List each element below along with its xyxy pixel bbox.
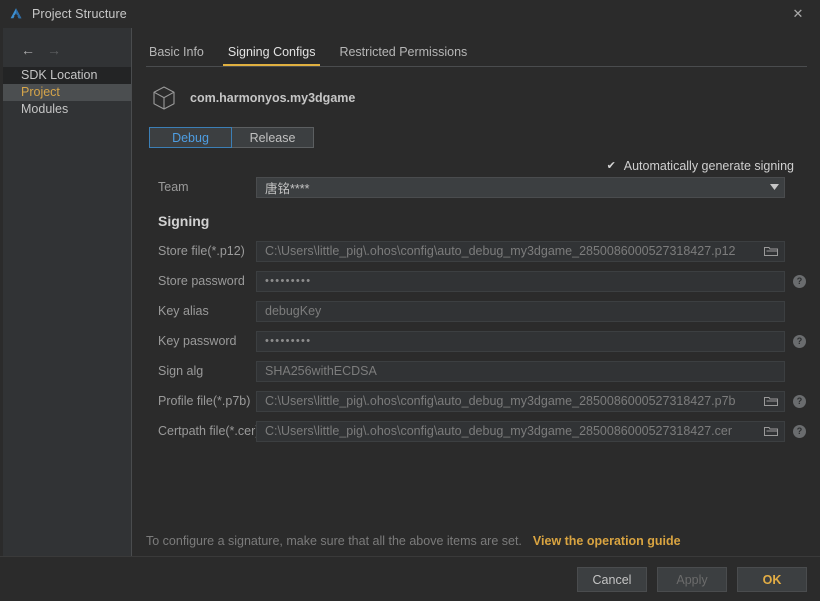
team-label: Team: [158, 180, 189, 194]
auto-generate-signing-row[interactable]: ✔ Automatically generate signing: [146, 159, 806, 173]
sidebar-item-project[interactable]: Project: [3, 84, 131, 101]
signing-configs-pane: com.harmonyos.my3dgame Debug Release ✔ A…: [132, 67, 820, 556]
key-password-row: Key password ••••••••• ?: [146, 326, 806, 356]
store-password-row: Store password ••••••••• ?: [146, 266, 806, 296]
profile-file-input[interactable]: C:\Users\little_pig\.ohos\config\auto_de…: [256, 390, 785, 412]
close-icon[interactable]: ✕: [776, 0, 820, 28]
certpath-file-row: Certpath file(*.cer) C:\Users\little_pig…: [146, 416, 806, 446]
deveco-logo-icon: [8, 6, 24, 22]
sidebar: ← → SDK Location Project Modules: [3, 28, 132, 556]
sidebar-nav-arrows: ← →: [3, 36, 131, 67]
key-alias-label: Key alias: [158, 304, 209, 318]
team-row: Team 唐铭****: [146, 173, 806, 201]
help-icon[interactable]: ?: [793, 334, 806, 348]
folder-icon[interactable]: [758, 396, 784, 407]
chevron-down-icon[interactable]: [764, 184, 784, 190]
sidebar-item-modules[interactable]: Modules: [3, 101, 131, 118]
back-arrow-icon[interactable]: ←: [21, 43, 35, 57]
folder-icon[interactable]: [758, 246, 784, 257]
sign-alg-input[interactable]: SHA256withECDSA: [256, 360, 785, 382]
sidebar-item-sdk-location[interactable]: SDK Location: [3, 67, 131, 84]
store-file-row: Store file(*.p12) C:\Users\little_pig\.o…: [146, 236, 806, 266]
signature-hint: To configure a signature, make sure that…: [146, 534, 681, 548]
help-icon[interactable]: ?: [793, 274, 806, 288]
package-name: com.harmonyos.my3dgame: [190, 91, 356, 105]
content-pane: Basic Info Signing Configs Restricted Pe…: [132, 28, 820, 556]
signing-section-title: Signing: [158, 213, 210, 229]
signature-hint-text: To configure a signature, make sure that…: [146, 534, 522, 548]
signing-form: Store file(*.p12) C:\Users\little_pig\.o…: [146, 236, 806, 446]
key-password-input[interactable]: •••••••••: [256, 330, 785, 352]
variant-release-button[interactable]: Release: [231, 127, 314, 148]
store-password-label: Store password: [158, 274, 245, 288]
key-alias-input[interactable]: debugKey: [256, 300, 785, 322]
variant-debug-button[interactable]: Debug: [149, 127, 232, 148]
profile-file-row: Profile file(*.p7b) C:\Users\little_pig\…: [146, 386, 806, 416]
project-structure-dialog: Project Structure ✕ ← → SDK Location Pro…: [0, 0, 820, 601]
store-file-label: Store file(*.p12): [158, 244, 245, 258]
package-header: com.harmonyos.my3dgame: [146, 83, 806, 113]
key-alias-value: debugKey: [265, 304, 322, 318]
ok-button[interactable]: OK: [737, 566, 807, 592]
team-value: 唐铭****: [265, 181, 310, 196]
auto-generate-label: Automatically generate signing: [623, 159, 794, 173]
certpath-file-value: C:\Users\little_pig\.ohos\config\auto_de…: [265, 424, 733, 438]
certpath-file-help-slot: ?: [785, 424, 806, 438]
key-password-help-slot: ?: [785, 334, 806, 348]
window-title: Project Structure: [32, 7, 127, 21]
help-icon[interactable]: ?: [793, 394, 806, 408]
store-password-input[interactable]: •••••••••: [256, 270, 785, 292]
build-variant-switch: Debug Release: [146, 127, 806, 148]
title-bar: Project Structure ✕: [0, 0, 820, 28]
profile-file-label: Profile file(*.p7b): [158, 394, 251, 408]
tab-basic-info[interactable]: Basic Info: [149, 45, 204, 66]
folder-icon[interactable]: [758, 426, 784, 437]
store-file-value: C:\Users\little_pig\.ohos\config\auto_de…: [265, 244, 736, 258]
help-icon[interactable]: ?: [793, 424, 806, 438]
forward-arrow-icon[interactable]: →: [47, 43, 61, 57]
dialog-button-bar: Cancel Apply OK: [0, 556, 820, 601]
tab-restricted-permissions[interactable]: Restricted Permissions: [339, 45, 467, 66]
sign-alg-label: Sign alg: [158, 364, 204, 378]
operation-guide-link[interactable]: View the operation guide: [533, 534, 681, 548]
apply-button[interactable]: Apply: [657, 566, 727, 592]
sign-alg-row: Sign alg SHA256withECDSA: [146, 356, 806, 386]
profile-file-help-slot: ?: [785, 394, 806, 408]
store-password-help-slot: ?: [785, 274, 806, 288]
tab-signing-configs[interactable]: Signing Configs: [222, 45, 320, 66]
profile-file-value: C:\Users\little_pig\.ohos\config\auto_de…: [265, 394, 736, 408]
team-select[interactable]: 唐铭****: [256, 176, 785, 198]
key-password-value: •••••••••: [265, 335, 312, 347]
store-file-input[interactable]: C:\Users\little_pig\.ohos\config\auto_de…: [256, 240, 785, 262]
key-password-label: Key password: [158, 334, 237, 348]
cube-icon: [149, 83, 179, 113]
cancel-button[interactable]: Cancel: [577, 566, 647, 592]
key-alias-row: Key alias debugKey: [146, 296, 806, 326]
auto-generate-checkbox[interactable]: ✔: [606, 160, 617, 172]
certpath-file-label: Certpath file(*.cer): [158, 424, 260, 438]
dialog-body: ← → SDK Location Project Modules Basic I…: [0, 28, 820, 556]
tab-bar: Basic Info Signing Configs Restricted Pe…: [132, 38, 820, 66]
sign-alg-value: SHA256withECDSA: [265, 364, 377, 378]
certpath-file-input[interactable]: C:\Users\little_pig\.ohos\config\auto_de…: [256, 420, 785, 442]
store-password-value: •••••••••: [265, 275, 312, 287]
